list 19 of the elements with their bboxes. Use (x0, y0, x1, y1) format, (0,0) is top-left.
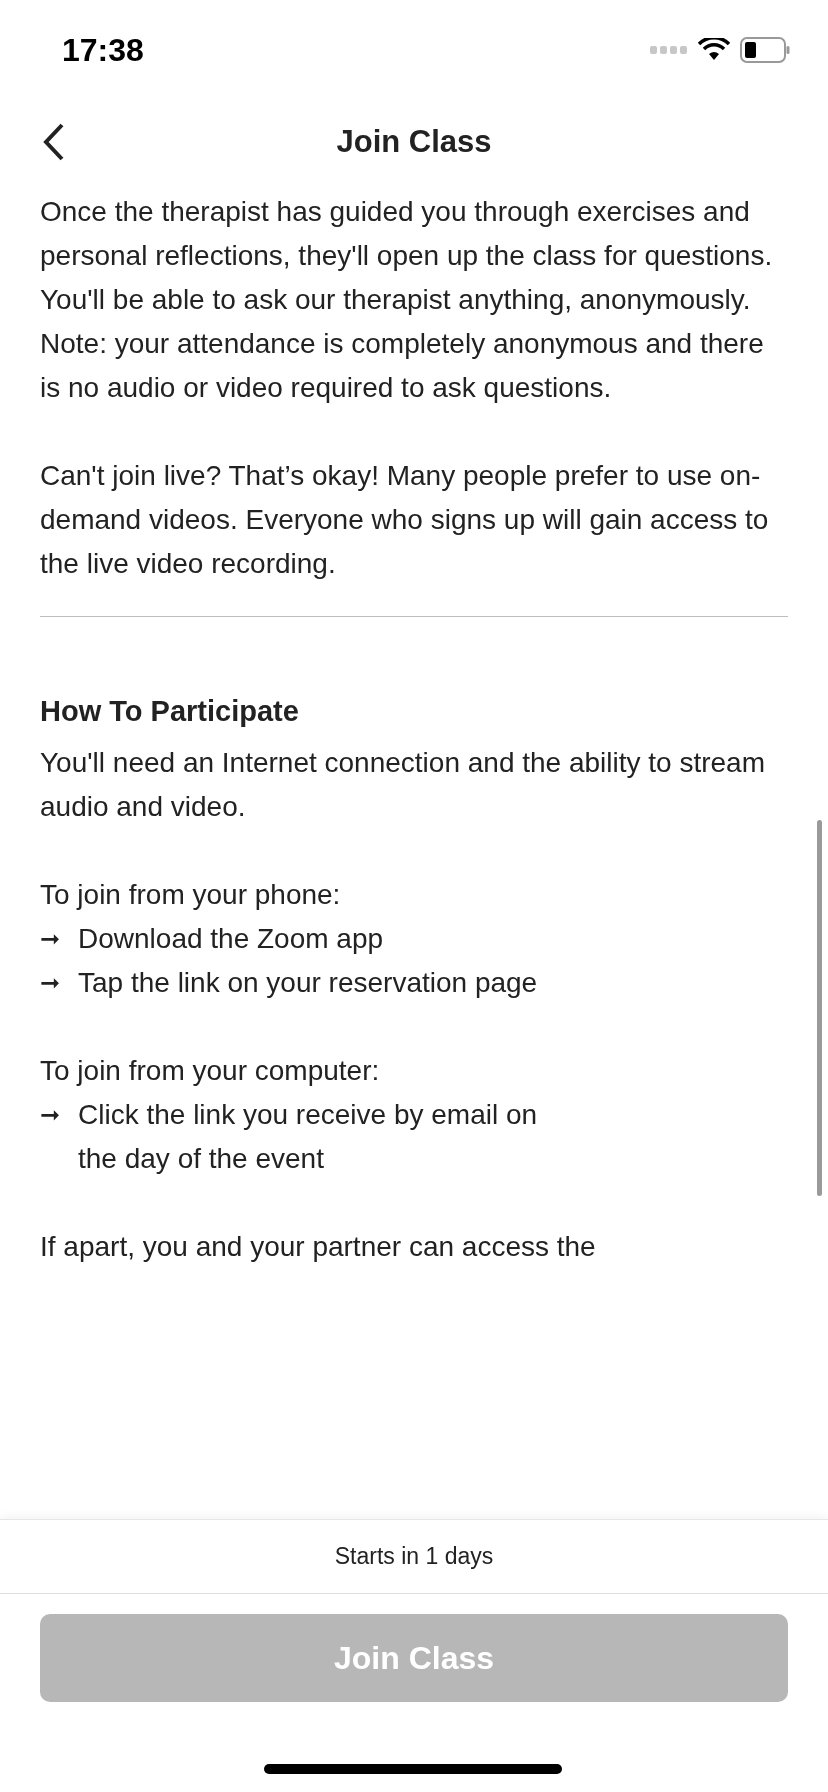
page-title: Join Class (336, 122, 492, 161)
wifi-icon (698, 38, 730, 62)
list-item: Download the Zoom app (78, 922, 384, 956)
battery-icon (740, 37, 790, 63)
paragraph: You'll need an Internet connection and the ability to stream audio and video. (40, 746, 767, 824)
paragraph: Can't join live? That’s okay! Many people prefer to use on-demand videos. Everyone who signs up will gain access to the live video recording. (40, 459, 770, 581)
countdown-text: Starts in 1 days (0, 1520, 828, 1594)
paragraph: If apart, you and your partner can access the (40, 1230, 597, 1264)
list-item: Tap the link on your reservation page (78, 966, 538, 1000)
signal-icon (650, 45, 688, 55)
paragraph: To join from your computer: (40, 1054, 381, 1088)
arrow-icon: ➞ (40, 961, 78, 1005)
paragraph: To join from your phone: (40, 878, 342, 912)
status-time: 17:38 (62, 31, 144, 70)
list-item: Click the link you receive by email on the day of the event (78, 1098, 539, 1176)
arrow-icon: ➞ (40, 1093, 78, 1181)
section-heading: How To Participate (40, 694, 300, 729)
paragraph: Once the therapist has guided you through exercises and personal reflections, they'll open up the class for questions. You'll be able to ask our therapist anything, anonymously. Note: your attendance is completely anonymous and there is no audio or video required to ask questions. (40, 195, 774, 405)
arrow-icon: ➞ (40, 917, 78, 961)
